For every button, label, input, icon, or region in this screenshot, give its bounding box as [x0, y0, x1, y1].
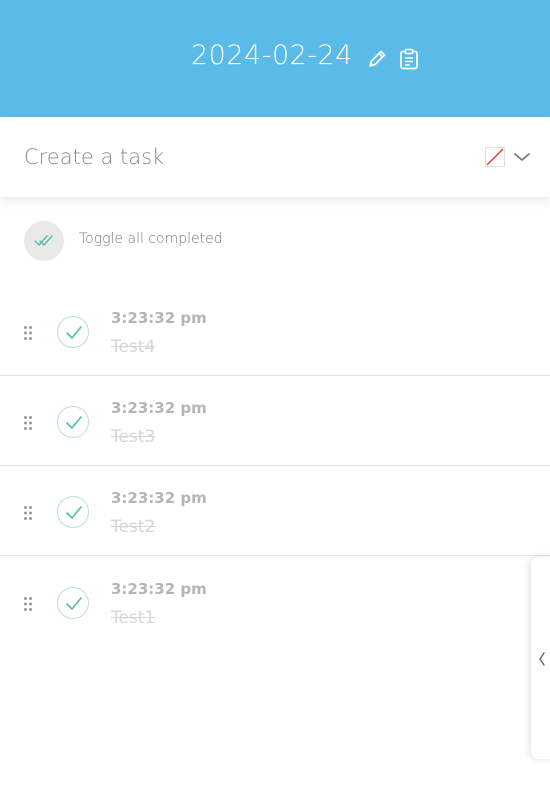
double-check-icon: [34, 235, 53, 246]
task-title[interactable]: Test3: [111, 427, 155, 447]
clipboard-icon[interactable]: [399, 48, 419, 70]
create-task-input[interactable]: [24, 139, 444, 175]
task-item: 3:23:32 pm Test2: [0, 466, 550, 556]
pencil-icon[interactable]: [366, 48, 388, 70]
task-item: 3:23:32 pm Test4: [0, 286, 550, 376]
task-item: 3:23:32 pm Test3: [0, 376, 550, 466]
task-complete-checkbox[interactable]: [57, 587, 89, 619]
chevron-down-icon[interactable]: [513, 149, 531, 163]
toggle-all-label: Toggle all completed: [79, 231, 223, 247]
no-color-swatch-icon[interactable]: [485, 147, 505, 167]
drag-handle-icon[interactable]: [23, 325, 33, 341]
checkmark-icon: [66, 326, 82, 339]
side-panel-toggle[interactable]: [531, 557, 550, 759]
checkmark-icon: [66, 506, 82, 519]
drag-handle-icon[interactable]: [23, 415, 33, 431]
task-complete-checkbox[interactable]: [57, 316, 89, 348]
task-time: 3:23:32 pm: [111, 489, 207, 507]
task-title[interactable]: Test4: [111, 337, 155, 357]
drag-handle-icon[interactable]: [23, 596, 33, 612]
task-complete-checkbox[interactable]: [57, 406, 89, 438]
checkmark-icon: [66, 597, 82, 610]
task-time: 3:23:32 pm: [111, 580, 207, 598]
page-title-date[interactable]: 2024-02-24: [191, 40, 353, 71]
task-time: 3:23:32 pm: [111, 309, 207, 327]
toggle-all-completed-button[interactable]: [24, 221, 64, 261]
task-title[interactable]: Test1: [111, 608, 155, 628]
task-title[interactable]: Test2: [111, 517, 155, 537]
chevron-left-icon: [539, 652, 545, 666]
checkmark-icon: [66, 416, 82, 429]
app-header: 2024-02-24: [0, 0, 550, 117]
create-task-bar: [0, 117, 550, 197]
task-item: 3:23:32 pm Test1: [0, 557, 550, 647]
drag-handle-icon[interactable]: [23, 505, 33, 521]
task-time: 3:23:32 pm: [111, 399, 207, 417]
task-complete-checkbox[interactable]: [57, 496, 89, 528]
